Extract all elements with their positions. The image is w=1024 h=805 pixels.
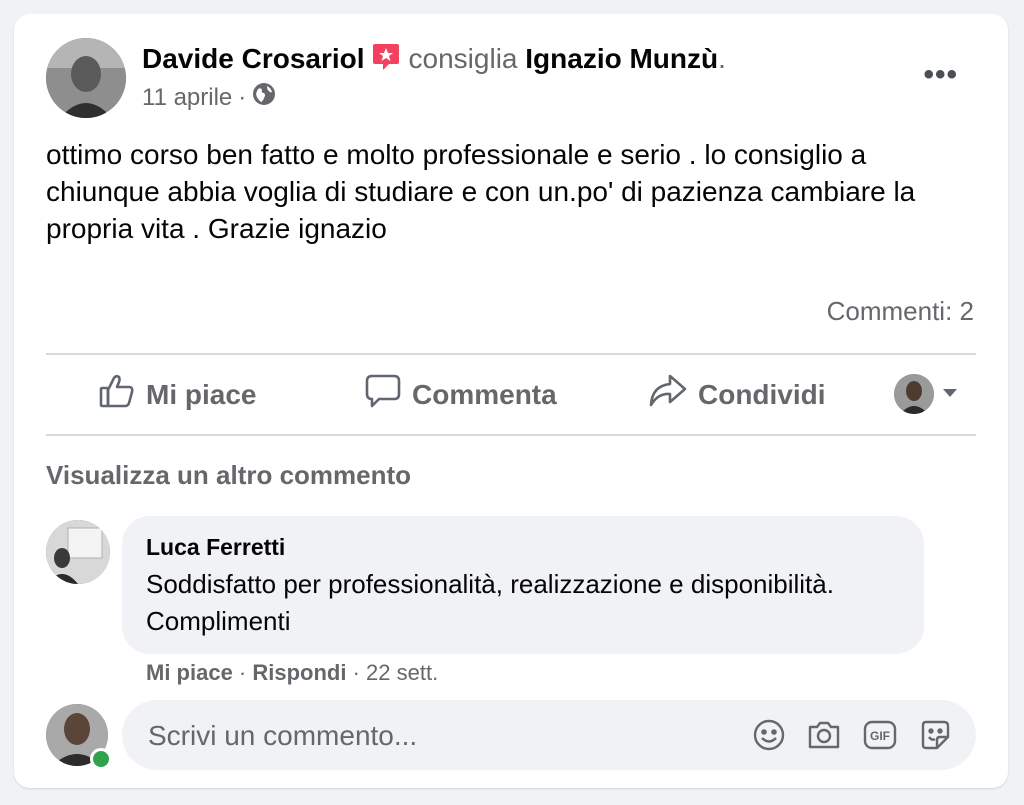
share-arrow-icon [648,372,688,417]
camera-icon[interactable] [806,718,842,752]
speech-bubble-icon [364,372,402,417]
recommend-verb: consiglia [408,43,518,74]
comment-like-link[interactable]: Mi piace [146,660,233,685]
comment-bubble: Luca Ferretti Soddisfatto per profession… [122,516,924,654]
comments-count[interactable]: Commenti: 2 [827,296,974,327]
thumbs-up-icon [98,372,136,417]
action-bar: Mi piace Commenta Condividi [46,355,976,434]
composer-icons: GIF [752,700,952,770]
comment-reply-link[interactable]: Rispondi [252,660,346,685]
comment-actions: Mi piace · Rispondi · 22 sett. [146,660,438,686]
post-meta: 11 aprile · [142,82,276,114]
share-button[interactable]: Condividi [648,355,826,434]
user-avatar [894,374,934,414]
comment-composer[interactable]: GIF [122,700,976,772]
share-label: Condividi [698,378,826,410]
author-name[interactable]: Davide Crosariol [142,43,365,74]
comment-text: Soddisfatto per professionalità, realizz… [146,569,834,636]
like-label: Mi piace [146,378,257,410]
post-text: ottimo corso ben fatto e molto professio… [46,139,916,244]
page-name[interactable]: Ignazio Munzù [525,43,718,74]
post-header: Davide Crosariol consiglia Ignazio Munzù. [142,42,726,80]
commenter-avatar[interactable] [46,520,110,584]
post-date[interactable]: 11 aprile [142,83,232,113]
comment-label: Commenta [412,378,557,410]
post-card: Davide Crosariol consiglia Ignazio Munzù.… [14,14,1008,788]
like-button[interactable]: Mi piace [98,355,256,434]
recommend-icon [371,42,401,80]
smiley-icon[interactable] [752,718,786,752]
comment-author[interactable]: Luca Ferretti [146,534,285,561]
author-avatar[interactable] [46,38,126,118]
online-status-indicator [90,748,112,770]
meta-separator: · [238,84,247,111]
divider [46,434,976,436]
react-as-selector[interactable] [894,374,958,414]
view-more-comments-link[interactable]: Visualizza un altro commento [46,460,411,491]
globe-icon [252,82,276,114]
chevron-down-icon [942,385,958,403]
svg-text:GIF: GIF [870,729,890,743]
comment-time[interactable]: 22 sett. [366,660,438,685]
gif-icon[interactable]: GIF [862,718,898,752]
sticker-icon[interactable] [918,718,952,752]
page-suffix: . [718,43,726,74]
more-options-icon[interactable]: ••• [923,58,958,92]
comment-input[interactable] [146,700,730,772]
comment-actions-separator: · [346,660,367,685]
comment-actions-separator: · [232,660,253,685]
comment-button[interactable]: Commenta [364,355,557,434]
